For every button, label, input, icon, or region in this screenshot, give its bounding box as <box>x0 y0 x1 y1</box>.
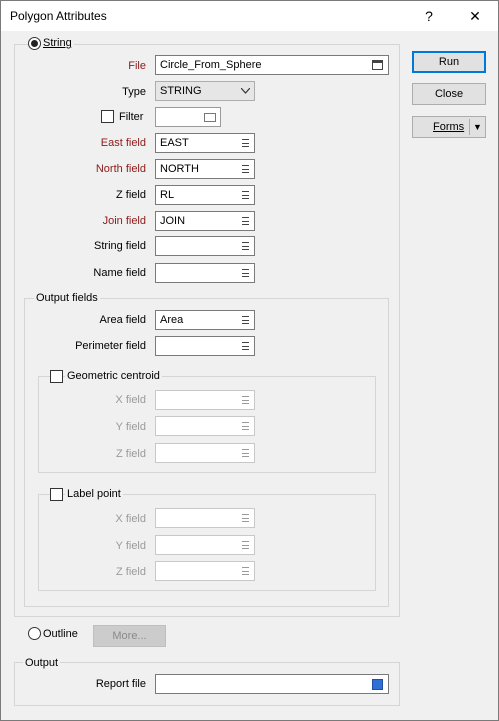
list-icon[interactable] <box>242 342 249 350</box>
output-title: Output <box>23 657 61 669</box>
report-file-label: Report file <box>95 678 146 690</box>
list-icon[interactable] <box>242 449 249 457</box>
centroid-y-input[interactable] <box>155 416 255 436</box>
label-point-y-label: Y field <box>115 540 146 552</box>
run-button[interactable]: Run <box>412 51 486 73</box>
list-icon[interactable] <box>242 191 249 199</box>
file-label: File <box>128 60 146 72</box>
dialog-window: Polygon Attributes ? ✕ String File Circl… <box>0 0 499 721</box>
join-field-value: JOIN <box>160 215 186 227</box>
list-icon[interactable] <box>242 217 249 225</box>
list-icon[interactable] <box>242 165 249 173</box>
list-icon[interactable] <box>242 396 249 404</box>
title-bar: Polygon Attributes ? ✕ <box>1 1 498 31</box>
type-value: STRING <box>160 85 202 97</box>
report-file-input[interactable] <box>155 674 389 694</box>
list-icon[interactable] <box>242 139 249 147</box>
join-field-label: Join field <box>102 215 146 227</box>
forms-label: Forms <box>433 121 465 133</box>
centroid-x-label: X field <box>115 394 146 406</box>
z-field-label: Z field <box>116 189 146 201</box>
list-icon[interactable] <box>242 269 249 277</box>
centroid-checkbox[interactable] <box>50 370 63 383</box>
label-point-y-input[interactable] <box>155 535 255 555</box>
east-field-label: East field <box>100 137 146 149</box>
string-radio[interactable] <box>28 37 41 50</box>
list-icon[interactable] <box>242 514 249 522</box>
list-icon[interactable] <box>242 541 249 549</box>
perimeter-field-label: Perimeter field <box>75 340 146 352</box>
list-icon[interactable] <box>242 567 249 575</box>
forms-button[interactable]: Forms ▼ <box>412 116 486 138</box>
list-icon[interactable] <box>242 316 249 324</box>
area-field-value: Area <box>160 314 184 326</box>
label-point-label: Label point <box>65 488 123 500</box>
filter-label: Filter <box>119 111 144 123</box>
join-field-input[interactable]: JOIN <box>155 211 255 231</box>
forms-divider <box>469 119 470 135</box>
window-title: Polygon Attributes <box>10 9 107 23</box>
filter-checkbox[interactable] <box>101 110 114 123</box>
more-button[interactable]: More... <box>93 625 166 647</box>
string-field-input[interactable] <box>155 236 255 256</box>
east-field-input[interactable]: EAST <box>155 133 255 153</box>
help-button[interactable]: ? <box>415 5 443 27</box>
filter-input[interactable] <box>155 107 221 127</box>
centroid-z-input[interactable] <box>155 443 255 463</box>
north-field-label: North field <box>95 163 146 175</box>
type-label: Type <box>122 86 146 98</box>
output-fields-title: Output fields <box>34 292 100 304</box>
list-icon[interactable] <box>242 422 249 430</box>
area-field-label: Area field <box>99 314 146 326</box>
label-point-z-input[interactable] <box>155 561 255 581</box>
browse-icon[interactable] <box>372 60 383 70</box>
file-value: Circle_From_Sphere <box>160 59 262 71</box>
dropdown-arrow-icon[interactable]: ▼ <box>473 117 482 137</box>
north-field-input[interactable]: NORTH <box>155 159 255 179</box>
label-point-checkbox[interactable] <box>50 488 63 501</box>
chevron-down-icon <box>241 88 250 94</box>
centroid-y-label: Y field <box>115 421 146 433</box>
type-select[interactable]: STRING <box>155 81 255 101</box>
string-field-label: String field <box>94 240 146 252</box>
label-point-x-input[interactable] <box>155 508 255 528</box>
z-field-value: RL <box>160 189 175 201</box>
label-point-z-label: Z field <box>116 566 146 578</box>
name-field-input[interactable] <box>155 263 255 283</box>
outline-radio-label[interactable]: Outline <box>43 628 78 640</box>
centroid-z-label: Z field <box>116 448 146 460</box>
string-radio-label[interactable]: String <box>41 37 74 49</box>
east-field-value: EAST <box>160 137 189 149</box>
outline-radio[interactable] <box>28 627 41 640</box>
list-icon[interactable] <box>242 242 249 250</box>
file-input[interactable]: Circle_From_Sphere <box>155 55 389 75</box>
close-button[interactable]: Close <box>412 83 486 105</box>
name-field-label: Name field <box>93 267 146 279</box>
area-field-input[interactable]: Area <box>155 310 255 330</box>
browse-icon[interactable] <box>372 679 383 690</box>
close-window-button[interactable]: ✕ <box>461 5 489 27</box>
z-field-input[interactable]: RL <box>155 185 255 205</box>
centroid-x-input[interactable] <box>155 390 255 410</box>
centroid-label: Geometric centroid <box>65 370 162 382</box>
filter-icon[interactable] <box>204 113 216 122</box>
label-point-x-label: X field <box>115 513 146 525</box>
north-field-value: NORTH <box>160 163 199 175</box>
perimeter-field-input[interactable] <box>155 336 255 356</box>
